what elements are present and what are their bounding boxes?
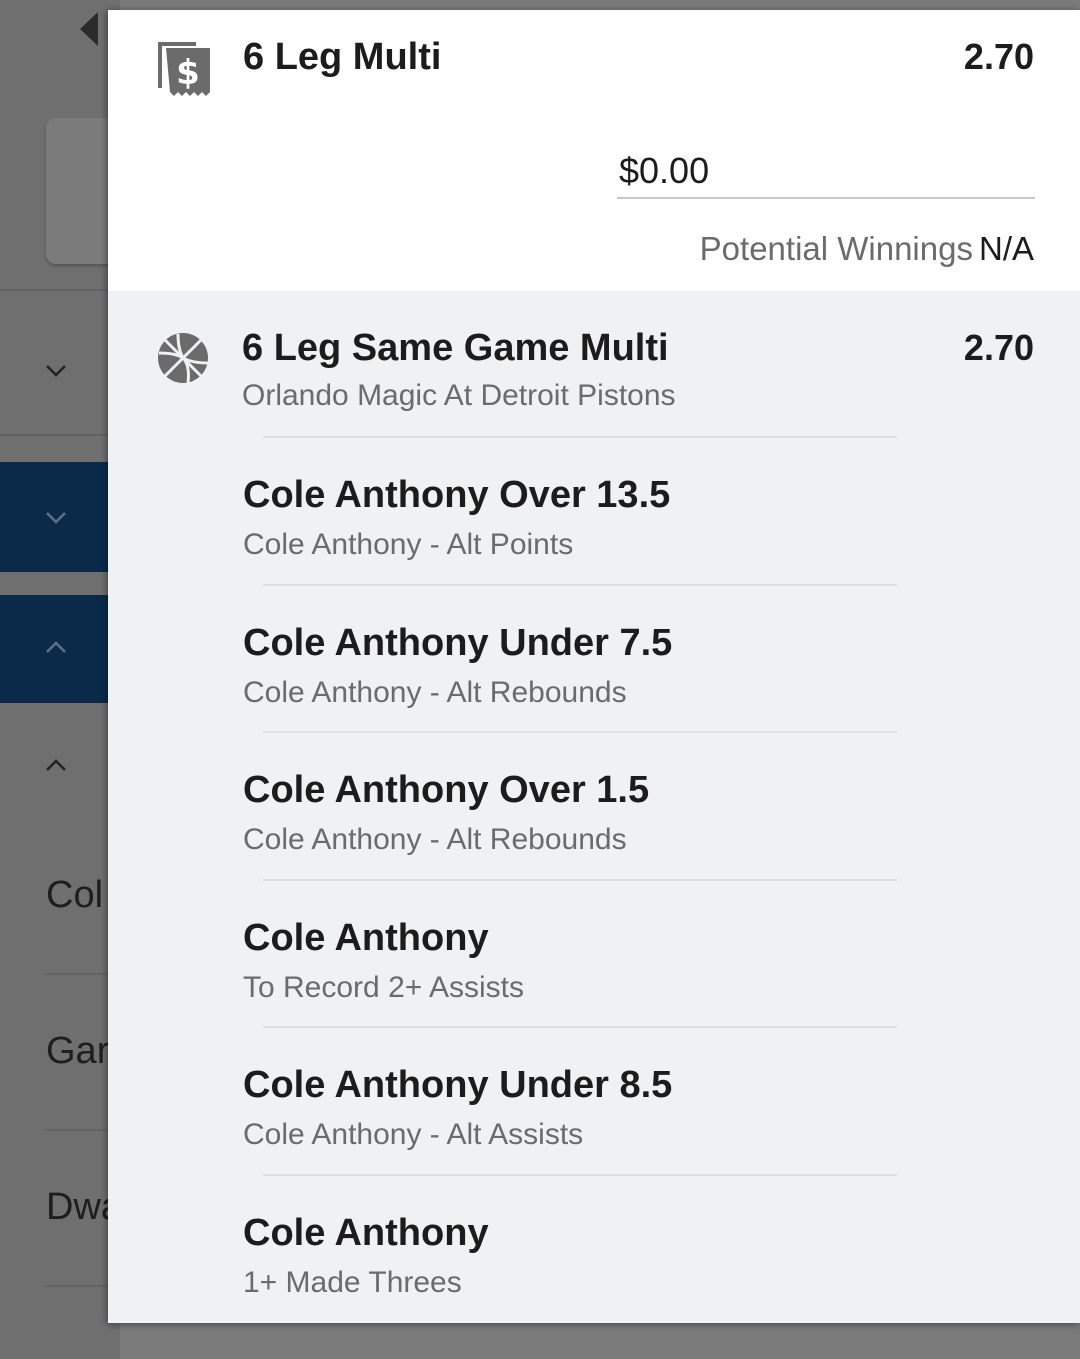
chevron-up-icon [46, 641, 66, 659]
background-player-name: Gar [46, 1030, 110, 1072]
leg-title: Cole Anthony [243, 916, 489, 959]
chevron-down-icon [46, 365, 66, 383]
potential-winnings: Potential Winnings N/A [700, 230, 1034, 268]
same-game-multi-section: 6 Leg Same Game Multi 2.70 Orlando Magic… [108, 291, 1080, 1323]
leg-title: Cole Anthony Over 13.5 [243, 474, 671, 516]
leg-title: Cole Anthony [243, 1211, 489, 1254]
chevron-up-icon [46, 759, 66, 777]
potential-winnings-label: Potential Winnings [699, 230, 973, 267]
sgm-title: 6 Leg Same Game Multi [242, 327, 669, 369]
leg-title: Cole Anthony Over 1.5 [243, 769, 650, 811]
chevron-down-icon [46, 512, 66, 530]
leg-market: Cole Anthony - Alt Assists [243, 1118, 584, 1151]
background-row-navy[interactable] [0, 462, 120, 572]
sgm-event: Orlando Magic At Detroit Pistons [242, 379, 676, 412]
leg-market: Cole Anthony - Alt Rebounds [243, 823, 627, 856]
leg-item: Cole Anthony Under 7.5 Cole Anthony - Al… [243, 583, 897, 732]
multi-title: 6 Leg Multi [243, 36, 442, 78]
leg-item: Cole Anthony Under 8.5 Cole Anthony - Al… [243, 1026, 897, 1174]
leg-title: Cole Anthony Under 8.5 [243, 1064, 673, 1106]
background-app: Col Gar Dwa [0, 0, 126, 1359]
leg-market: Cole Anthony - Alt Rebounds [243, 675, 627, 709]
potential-winnings-value: N/A [978, 230, 1034, 267]
svg-text:$: $ [176, 53, 200, 93]
leg-list: Cole Anthony Over 13.5 Cole Anthony - Al… [108, 436, 1080, 1321]
background-player-name: Col [46, 874, 104, 916]
divider [0, 289, 120, 291]
leg-market: 1+ Made Threes [243, 1265, 462, 1299]
leg-item: Cole Anthony Over 1.5 Cole Anthony - Alt… [243, 731, 897, 879]
multi-odds: 2.70 [963, 36, 1034, 77]
leg-market: To Record 2+ Assists [243, 970, 524, 1004]
leg-item: Cole Anthony Over 13.5 Cole Anthony - Al… [243, 436, 897, 584]
stake-input[interactable]: $0.00 [617, 146, 1035, 199]
back-arrow-icon[interactable] [80, 12, 98, 46]
sgm-odds: 2.70 [963, 327, 1034, 368]
leg-market: Cole Anthony - Alt Points [243, 528, 574, 561]
background-row[interactable] [0, 703, 120, 823]
leg-item: Cole Anthony 1+ Made Threes [243, 1173, 897, 1322]
leg-item: Cole Anthony To Record 2+ Assists [243, 878, 897, 1027]
background-row-navy[interactable] [0, 595, 120, 703]
multi-bet-card: $ 6 Leg Multi 2.70 $0.00 Potential Winni… [108, 10, 1080, 291]
leg-title: Cole Anthony Under 7.5 [243, 621, 673, 664]
receipt-dollar-icon: $ [156, 36, 212, 96]
background-row[interactable] [0, 310, 120, 434]
basketball-icon [156, 331, 210, 385]
divider [0, 434, 120, 436]
bet-slip-sheet: $ 6 Leg Multi 2.70 $0.00 Potential Winni… [108, 10, 1080, 1323]
stake-value: $0.00 [619, 150, 710, 191]
